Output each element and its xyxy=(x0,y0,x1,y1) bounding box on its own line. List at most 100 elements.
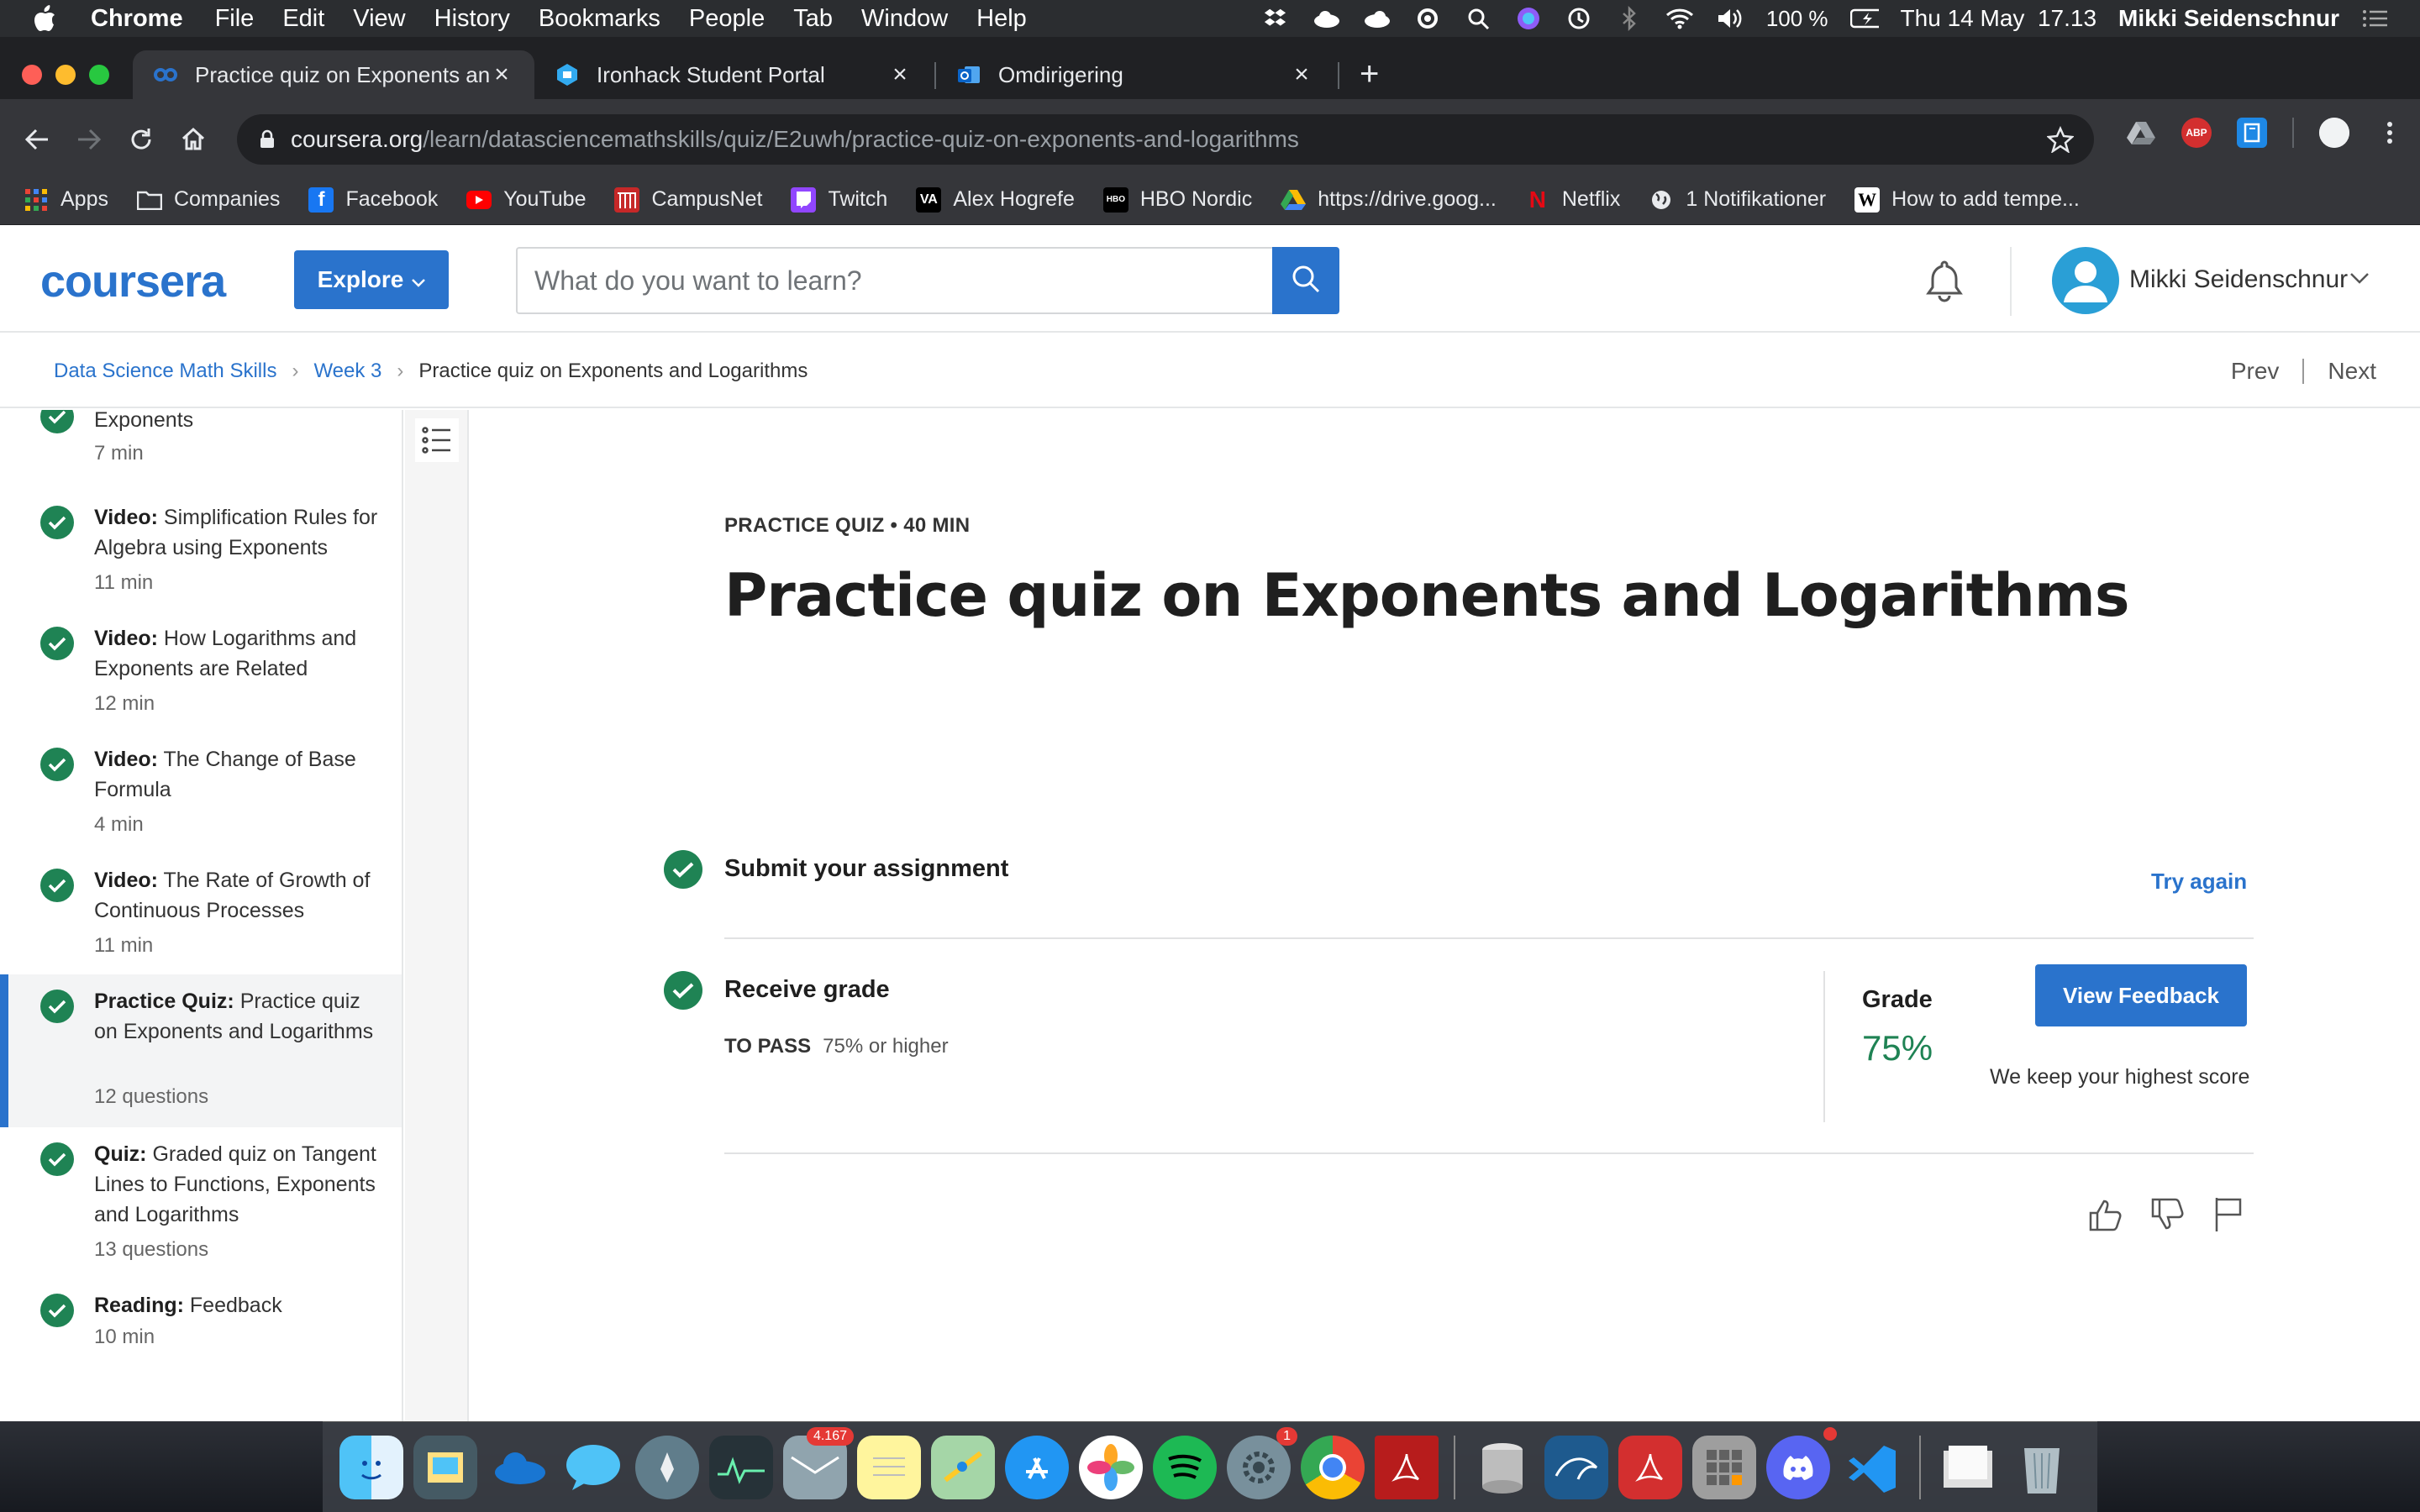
siri-icon[interactable] xyxy=(1514,6,1543,31)
trash-icon[interactable] xyxy=(2010,1436,2074,1499)
discord-icon[interactable] xyxy=(1766,1426,1837,1499)
system-preferences-icon[interactable]: 1 xyxy=(1227,1426,1297,1499)
dropbox-icon[interactable] xyxy=(1262,6,1291,31)
menu-history[interactable]: History xyxy=(434,5,510,33)
sidebar-item[interactable]: Video: How Logarithms and Exponents are … xyxy=(0,627,402,748)
spotlight-search-icon[interactable] xyxy=(1464,6,1492,31)
activity-monitor-icon[interactable] xyxy=(709,1435,773,1499)
try-again-link[interactable]: Try again xyxy=(2151,869,2247,895)
vscode-icon[interactable] xyxy=(1840,1436,1904,1499)
finder-icon[interactable] xyxy=(339,1435,403,1499)
tab-close-icon[interactable]: × xyxy=(1289,60,1314,89)
reload-icon[interactable] xyxy=(126,124,156,155)
menu-window[interactable]: Window xyxy=(861,5,948,33)
notes-icon[interactable] xyxy=(857,1435,921,1499)
menu-app-name[interactable]: Chrome xyxy=(91,5,183,33)
close-window-button[interactable] xyxy=(22,65,42,85)
bookmark-ext-icon[interactable] xyxy=(2237,118,2267,148)
bookmark-apps[interactable]: Apps xyxy=(24,187,108,213)
address-bar[interactable]: coursera.org /learn/datasciencemathskill… xyxy=(237,114,2094,165)
next-link[interactable]: Next xyxy=(2328,358,2376,385)
new-tab-plus-icon[interactable]: + xyxy=(1360,55,1379,93)
thumbs-down-icon[interactable] xyxy=(2149,1196,2186,1237)
preview-icon[interactable] xyxy=(413,1435,477,1499)
apple-menu-icon[interactable] xyxy=(32,4,66,33)
list-toggle-icon[interactable] xyxy=(415,418,459,462)
battery-icon[interactable] xyxy=(1849,6,1879,31)
steelseries-icon[interactable] xyxy=(1413,6,1442,31)
avatar[interactable] xyxy=(2052,247,2119,314)
browser-tab[interactable]: Omdirigering × xyxy=(936,50,1334,99)
coursera-logo[interactable]: coursera xyxy=(40,255,226,307)
sidebar-item[interactable]: Video: Simplification Rules for Algebra … xyxy=(0,506,402,627)
bookmark-star-icon[interactable] xyxy=(2046,125,2075,159)
profile-icon[interactable] xyxy=(2319,118,2349,148)
calculator-icon[interactable] xyxy=(1692,1435,1756,1499)
forward-arrow-icon[interactable] xyxy=(74,124,104,155)
tab-close-icon[interactable]: × xyxy=(887,60,913,89)
app-store-icon[interactable] xyxy=(1005,1435,1069,1499)
bluetooth-icon[interactable] xyxy=(1615,6,1644,31)
acrobat-icon[interactable] xyxy=(1375,1435,1439,1499)
breadcrumb-course-link[interactable]: Data Science Math Skills xyxy=(54,360,276,383)
mysql-workbench-icon[interactable] xyxy=(1544,1435,1608,1499)
lock-icon[interactable] xyxy=(259,129,276,150)
user-name[interactable]: Mikki Seidenschnur xyxy=(2129,265,2348,294)
photos-icon[interactable] xyxy=(1079,1435,1143,1499)
sidebar-item[interactable]: Quiz: Graded quiz on Tangent Lines to Fu… xyxy=(0,1142,402,1294)
sidebar-item[interactable]: Reading: Feedback 10 min xyxy=(0,1294,402,1394)
time-machine-icon[interactable] xyxy=(1565,6,1593,31)
bookmark-alex-hogrefe[interactable]: VA Alex Hogrefe xyxy=(916,186,1075,213)
bookmark-google-drive[interactable]: https://drive.goog... xyxy=(1281,187,1497,213)
chrome-icon[interactable] xyxy=(1301,1435,1365,1499)
documents-folder-icon[interactable] xyxy=(1936,1436,2000,1499)
sidebar-item[interactable]: Video: The Change of Base Formula 4 min xyxy=(0,748,402,869)
search-input[interactable]: What do you want to learn? xyxy=(516,247,1272,314)
volume-icon[interactable] xyxy=(1716,6,1744,31)
spotify-icon[interactable] xyxy=(1153,1435,1217,1499)
bookmark-youtube[interactable]: YouTube xyxy=(466,187,586,212)
acrobat-reader-icon[interactable] xyxy=(1618,1435,1682,1499)
menu-view[interactable]: View xyxy=(353,5,405,33)
onedrive-icon[interactable] xyxy=(487,1436,551,1499)
bookmark-netflix[interactable]: N Netflix xyxy=(1525,186,1621,213)
search-button[interactable] xyxy=(1272,247,1339,314)
chrome-menu-icon[interactable] xyxy=(2375,118,2405,148)
sequel-pro-icon[interactable] xyxy=(1470,1436,1534,1499)
breadcrumb-week-link[interactable]: Week 3 xyxy=(313,360,381,383)
browser-tab-active[interactable]: Practice quiz on Exponents and Logarithm… xyxy=(133,50,534,99)
battery-percent[interactable]: 100 % xyxy=(1766,6,1828,32)
view-feedback-button[interactable]: View Feedback xyxy=(2035,964,2247,1026)
explore-button[interactable]: Explore xyxy=(294,250,449,309)
onedrive-status-icon[interactable] xyxy=(1363,6,1392,31)
menu-tab[interactable]: Tab xyxy=(793,5,833,33)
menu-people[interactable]: People xyxy=(689,5,765,33)
flag-icon[interactable] xyxy=(2212,1196,2245,1237)
thumbs-up-icon[interactable] xyxy=(2087,1196,2124,1237)
icloud-icon[interactable] xyxy=(1313,6,1341,31)
bookmark-folder-companies[interactable]: Companies xyxy=(136,187,280,213)
zoom-window-button[interactable] xyxy=(89,65,109,85)
maps-icon[interactable] xyxy=(931,1435,995,1499)
menu-help[interactable]: Help xyxy=(976,5,1027,33)
drive-icon[interactable] xyxy=(2126,118,2156,148)
menubar-clock[interactable]: Thu 14 May 17.13 xyxy=(1901,5,2096,32)
adblock-plus-icon[interactable]: ABP xyxy=(2181,118,2212,148)
menu-bookmarks[interactable]: Bookmarks xyxy=(539,5,660,33)
bookmark-twitch[interactable]: Twitch xyxy=(791,186,887,213)
chevron-down-icon[interactable] xyxy=(2349,272,2370,288)
bookmark-wikipedia[interactable]: W How to add tempe... xyxy=(1854,186,2080,213)
home-icon[interactable] xyxy=(178,124,208,155)
prev-link[interactable]: Prev xyxy=(2231,358,2280,385)
menu-file[interactable]: File xyxy=(215,5,255,33)
back-arrow-icon[interactable] xyxy=(22,124,52,155)
sidebar-item[interactable]: Exponents 7 min xyxy=(0,410,402,484)
sidebar-item[interactable]: Video: The Rate of Growth of Continuous … xyxy=(0,869,402,990)
bookmark-facebook[interactable]: f Facebook xyxy=(308,186,438,213)
launchpad-icon[interactable] xyxy=(635,1435,699,1499)
notification-center-icon[interactable] xyxy=(2361,6,2390,31)
bookmark-notifications[interactable]: 1 Notifikationer xyxy=(1649,187,1826,213)
messages-icon[interactable] xyxy=(561,1436,625,1499)
minimize-window-button[interactable] xyxy=(55,65,76,85)
menubar-user[interactable]: Mikki Seidenschnur xyxy=(2118,5,2339,32)
